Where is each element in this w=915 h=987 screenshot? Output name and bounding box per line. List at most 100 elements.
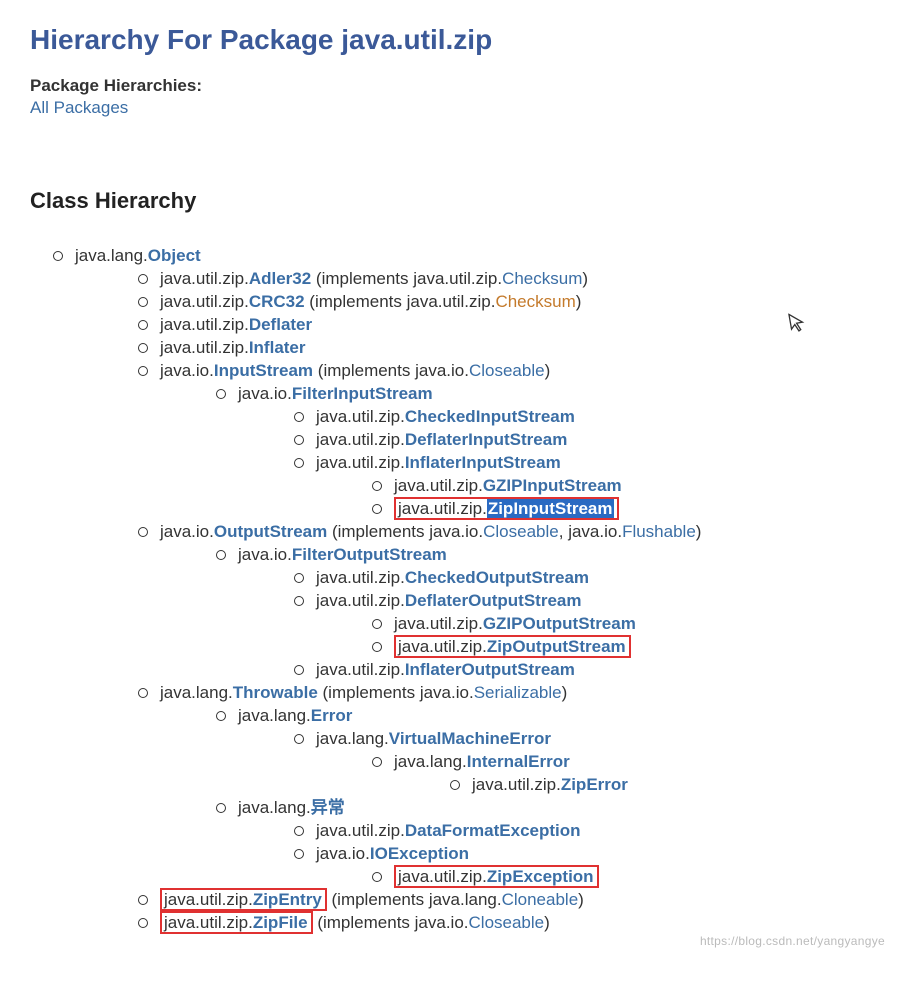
link-serializable[interactable]: Serializable — [474, 683, 562, 702]
text: (implements — [311, 269, 413, 288]
node-deflateroutputstream: java.util.zip.DeflaterOutputStream java.… — [316, 589, 885, 658]
pkg-prefix: java.io. — [316, 844, 370, 863]
pkg-prefix: java.io. — [420, 683, 474, 702]
package-hierarchies-label: Package Hierarchies: — [30, 76, 885, 96]
link-dataformatexception[interactable]: DataFormatException — [405, 821, 581, 840]
node-checkedinputstream: java.util.zip.CheckedInputStream — [316, 405, 885, 428]
link-deflater[interactable]: Deflater — [249, 315, 312, 334]
node-ziperror: java.util.zip.ZipError — [472, 773, 885, 796]
node-deflaterinputstream: java.util.zip.DeflaterInputStream — [316, 428, 885, 451]
node-filteroutputstream: java.io.FilterOutputStream java.util.zip… — [238, 543, 885, 681]
text: , — [559, 522, 568, 541]
pkg-prefix: java.util.zip. — [398, 637, 487, 656]
link-outputstream[interactable]: OutputStream — [214, 522, 327, 541]
text: (implements — [327, 890, 429, 909]
link-zipoutputstream[interactable]: ZipOutputStream — [487, 637, 626, 656]
link-inflaterinputstream[interactable]: InflaterInputStream — [405, 453, 561, 472]
pkg-prefix: java.lang. — [316, 729, 389, 748]
node-ioexception: java.io.IOException java.util.zip.ZipExc… — [316, 842, 885, 888]
link-flushable[interactable]: Flushable — [622, 522, 696, 541]
node-dataformatexception: java.util.zip.DataFormatException — [316, 819, 885, 842]
pkg-prefix: java.util.zip. — [472, 775, 561, 794]
link-deflateroutputstream[interactable]: DeflaterOutputStream — [405, 591, 582, 610]
text: (implements — [305, 292, 407, 311]
pkg-prefix: java.lang. — [429, 890, 502, 909]
pkg-prefix: java.util.zip. — [394, 476, 483, 495]
link-ziperror[interactable]: ZipError — [561, 775, 628, 794]
pkg-prefix: java.util.zip. — [316, 821, 405, 840]
link-filterinputstream[interactable]: FilterInputStream — [292, 384, 433, 403]
pkg-prefix: java.util.zip. — [164, 913, 253, 932]
node-zipoutputstream: java.util.zip.ZipOutputStream — [394, 635, 885, 658]
node-crc32: java.util.zip.CRC32 (implements java.uti… — [160, 290, 885, 313]
pkg-prefix: java.util.zip. — [160, 315, 249, 334]
pkg-prefix: java.util.zip. — [164, 890, 253, 909]
link-error[interactable]: Error — [311, 706, 353, 725]
pkg-prefix: java.util.zip. — [398, 867, 487, 886]
page-title: Hierarchy For Package java.util.zip — [30, 24, 885, 56]
node-deflater: java.util.zip.Deflater — [160, 313, 885, 336]
pkg-prefix: java.io. — [568, 522, 622, 541]
link-throwable[interactable]: Throwable — [233, 683, 318, 702]
link-closeable[interactable]: Closeable — [483, 522, 559, 541]
link-closeable[interactable]: Closeable — [469, 913, 545, 932]
all-packages-link[interactable]: All Packages — [30, 98, 128, 117]
link-adler32[interactable]: Adler32 — [249, 269, 311, 288]
text: (implements — [327, 522, 429, 541]
highlight-box: java.util.zip.ZipOutputStream — [394, 635, 631, 658]
pkg-prefix: java.io. — [238, 545, 292, 564]
highlight-box: java.util.zip.ZipFile — [160, 911, 313, 934]
node-error: java.lang.Error java.lang.VirtualMachine… — [238, 704, 885, 796]
link-checkedinputstream[interactable]: CheckedInputStream — [405, 407, 575, 426]
pkg-prefix: java.util.zip. — [394, 614, 483, 633]
pkg-prefix: java.util.zip. — [160, 292, 249, 311]
link-zipfile[interactable]: ZipFile — [253, 913, 308, 932]
link-inflateroutputstream[interactable]: InflaterOutputStream — [405, 660, 575, 679]
link-zipinputstream-selected[interactable]: ZipInputStream — [487, 499, 614, 518]
pkg-prefix: java.util.zip. — [398, 499, 487, 518]
link-zipentry[interactable]: ZipEntry — [253, 890, 322, 909]
node-zipinputstream: java.util.zip.ZipInputStream — [394, 497, 885, 520]
link-gzipoutputstream[interactable]: GZIPOutputStream — [483, 614, 636, 633]
link-virtualmachineerror[interactable]: VirtualMachineError — [389, 729, 551, 748]
link-internalerror[interactable]: InternalError — [467, 752, 570, 771]
node-inflateroutputstream: java.util.zip.InflaterOutputStream — [316, 658, 885, 681]
link-exception[interactable]: 异常 — [311, 798, 345, 817]
link-closeable[interactable]: Closeable — [469, 361, 545, 380]
pkg-prefix: java.lang. — [238, 798, 311, 817]
link-gzipinputstream[interactable]: GZIPInputStream — [483, 476, 622, 495]
text: ) — [576, 292, 582, 311]
link-checksum-visited[interactable]: Checksum — [495, 292, 575, 311]
link-filteroutputstream[interactable]: FilterOutputStream — [292, 545, 447, 564]
link-zipexception[interactable]: ZipException — [487, 867, 594, 886]
link-object[interactable]: Object — [148, 246, 201, 265]
link-ioexception[interactable]: IOException — [370, 844, 469, 863]
text: ) — [545, 361, 551, 380]
node-inflater: java.util.zip.Inflater — [160, 336, 885, 359]
link-checksum[interactable]: Checksum — [502, 269, 582, 288]
link-checkedoutputstream[interactable]: CheckedOutputStream — [405, 568, 589, 587]
link-cloneable[interactable]: Cloneable — [502, 890, 579, 909]
node-zipentry: java.util.zip.ZipEntry (implements java.… — [160, 888, 885, 911]
text: (implements — [313, 361, 415, 380]
link-inflater[interactable]: Inflater — [249, 338, 306, 357]
link-deflaterinputstream[interactable]: DeflaterInputStream — [405, 430, 567, 449]
pkg-prefix: java.util.zip. — [316, 453, 405, 472]
link-inputstream[interactable]: InputStream — [214, 361, 313, 380]
pkg-prefix: java.util.zip. — [316, 660, 405, 679]
text: ) — [544, 913, 550, 932]
pkg-prefix: java.io. — [238, 384, 292, 403]
pkg-prefix: java.util.zip. — [316, 591, 405, 610]
class-hierarchy-heading: Class Hierarchy — [30, 188, 885, 214]
pkg-prefix: java.util.zip. — [413, 269, 502, 288]
pkg-prefix: java.lang. — [75, 246, 148, 265]
pkg-prefix: java.lang. — [394, 752, 467, 771]
node-gzipinputstream: java.util.zip.GZIPInputStream — [394, 474, 885, 497]
node-outputstream: java.io. OutputStream (implements java.io… — [160, 520, 885, 681]
pkg-prefix: java.util.zip. — [316, 407, 405, 426]
node-object: java.lang.Object java.util.zip.Adler32 (… — [75, 244, 885, 934]
text: ) — [582, 269, 588, 288]
watermark: https://blog.csdn.net/yangyangye — [700, 934, 885, 948]
link-crc32[interactable]: CRC32 — [249, 292, 305, 311]
pkg-prefix: java.util.zip. — [160, 338, 249, 357]
